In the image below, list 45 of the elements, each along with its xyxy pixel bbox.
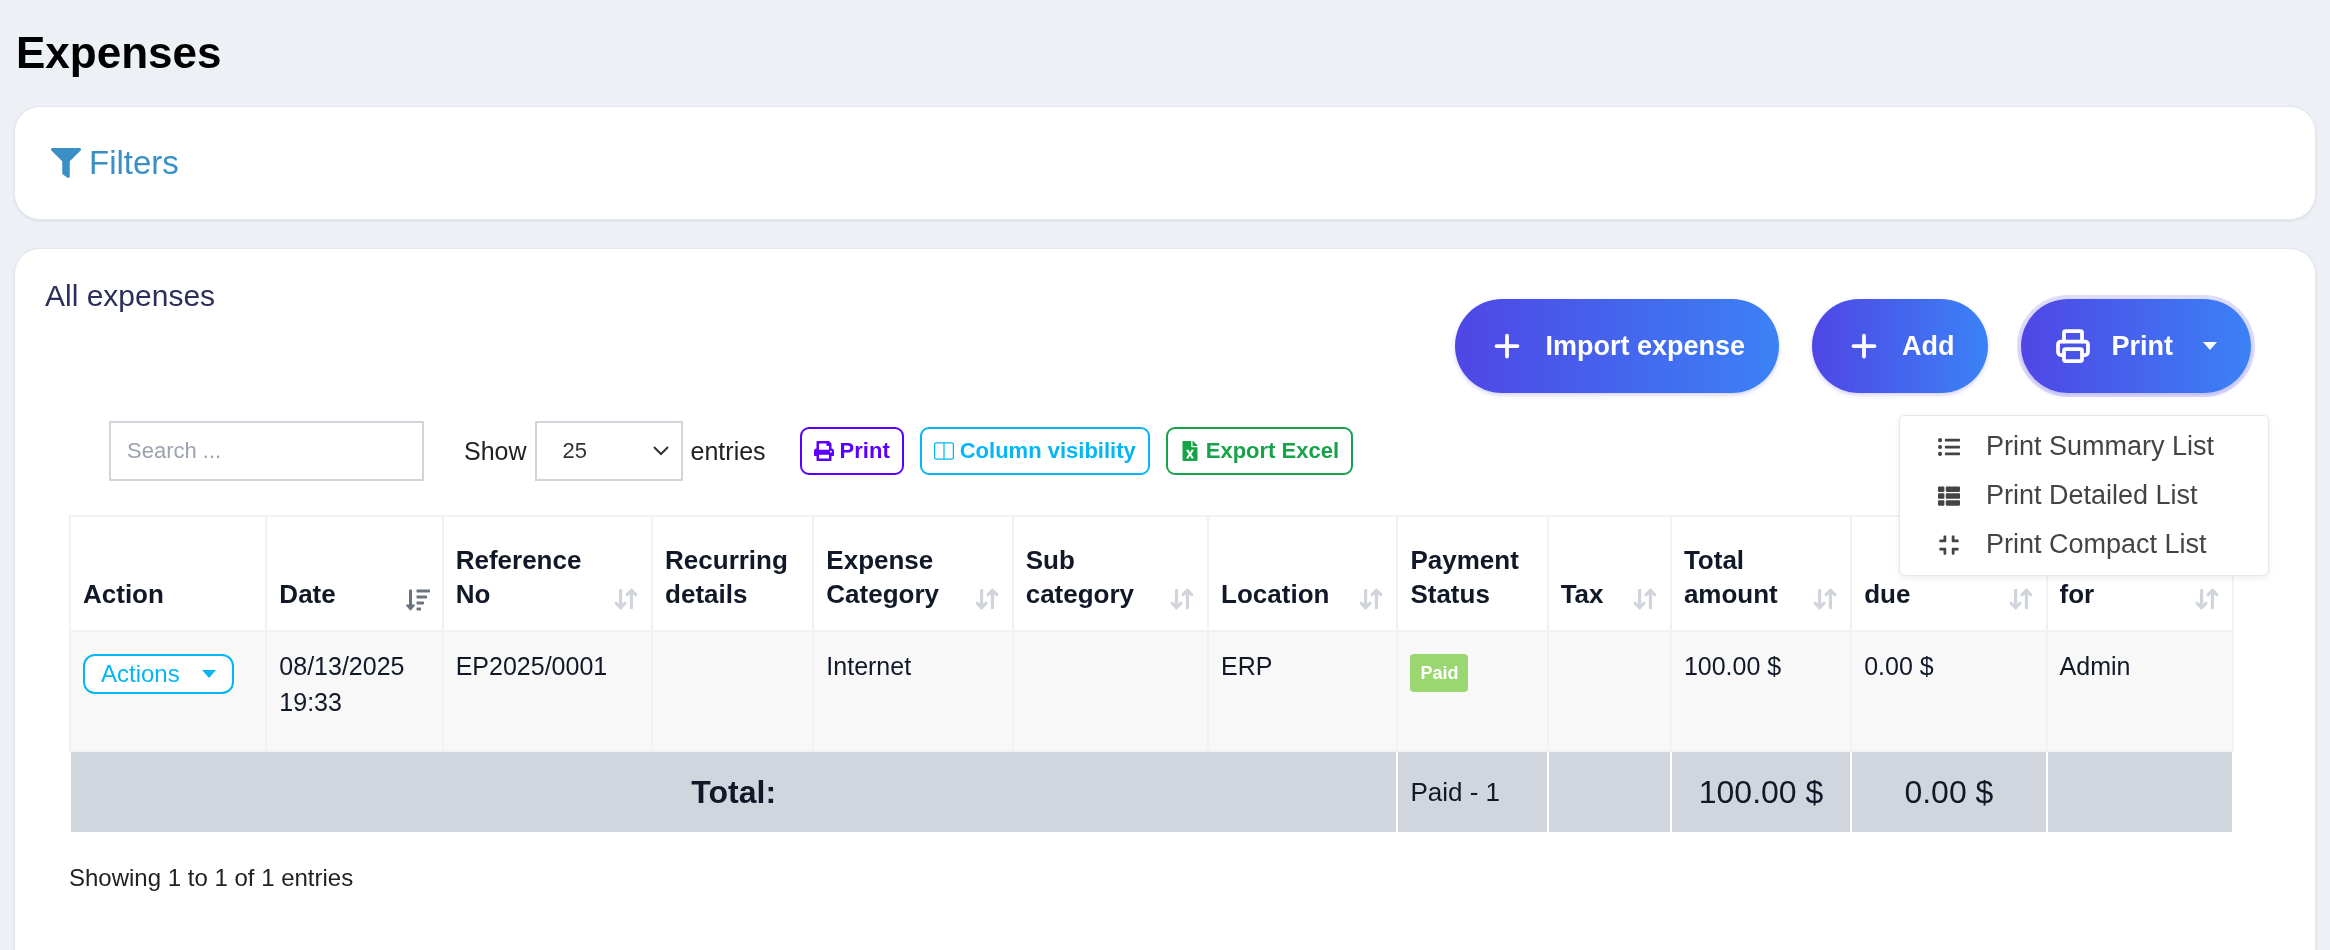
list-icon — [1938, 435, 1960, 458]
printer-icon — [813, 441, 834, 461]
table-cell: 08/13/2025 19:33 — [279, 652, 405, 717]
column-header[interactable]: Tax — [1560, 578, 1604, 612]
column-header: Recurring details — [665, 544, 789, 612]
menu-item[interactable]: Print Detailed List — [1900, 471, 2268, 520]
compress-icon — [1938, 533, 1960, 556]
entries-info: Showing 1 to 1 of 1 entries — [69, 864, 355, 892]
table-cell: 100.00 $ — [1683, 652, 1782, 680]
caret-icon — [201, 670, 216, 678]
page-title: Expenses — [16, 28, 223, 78]
print-button[interactable]: Print — [799, 427, 904, 475]
table-cell: EP2025/0001 — [455, 652, 608, 680]
table-cell: Paid - 1 — [1410, 776, 1500, 807]
label: Show — [464, 436, 527, 466]
printer-icon — [2055, 328, 2092, 364]
filters-toggle[interactable]: Filters — [51, 144, 179, 182]
menu-item[interactable]: Print Summary List — [1900, 422, 2268, 471]
sort-icon[interactable] — [405, 588, 430, 612]
column-header[interactable]: Location — [1221, 578, 1330, 612]
table-cell: Admin — [2059, 652, 2131, 680]
label: entries — [690, 436, 766, 466]
status-badge: Paid — [1410, 654, 1469, 693]
table-cell: Internet — [826, 652, 912, 680]
column-header: Payment Status — [1410, 544, 1520, 612]
columns-icon — [933, 441, 954, 461]
column-header[interactable]: Date — [279, 578, 336, 612]
table-cell: ERP — [1221, 652, 1273, 680]
menu-item[interactable]: Print Compact List — [1900, 520, 2268, 569]
entries-select[interactable]: 25 — [534, 421, 683, 481]
total-label: Total: — [691, 773, 777, 810]
chevron-icon — [652, 446, 669, 456]
table-cell: 0.00 $ — [1904, 773, 1994, 810]
column-header[interactable]: for — [2059, 578, 2095, 612]
import-button[interactable]: Import expense — [1455, 299, 1779, 393]
column-header[interactable]: due — [1864, 578, 1911, 612]
table-cell: 100.00 $ — [1698, 773, 1824, 810]
card-title: All expenses — [45, 279, 216, 313]
rows-icon — [1938, 484, 1960, 507]
add-button[interactable]: Add — [1812, 299, 1989, 393]
filter-icon — [51, 148, 81, 178]
column-header: Action — [83, 578, 164, 612]
caret-icon — [2203, 342, 2217, 350]
search-field[interactable]: Search ... — [109, 421, 424, 481]
table-cell: 0.00 $ — [1864, 652, 1934, 680]
